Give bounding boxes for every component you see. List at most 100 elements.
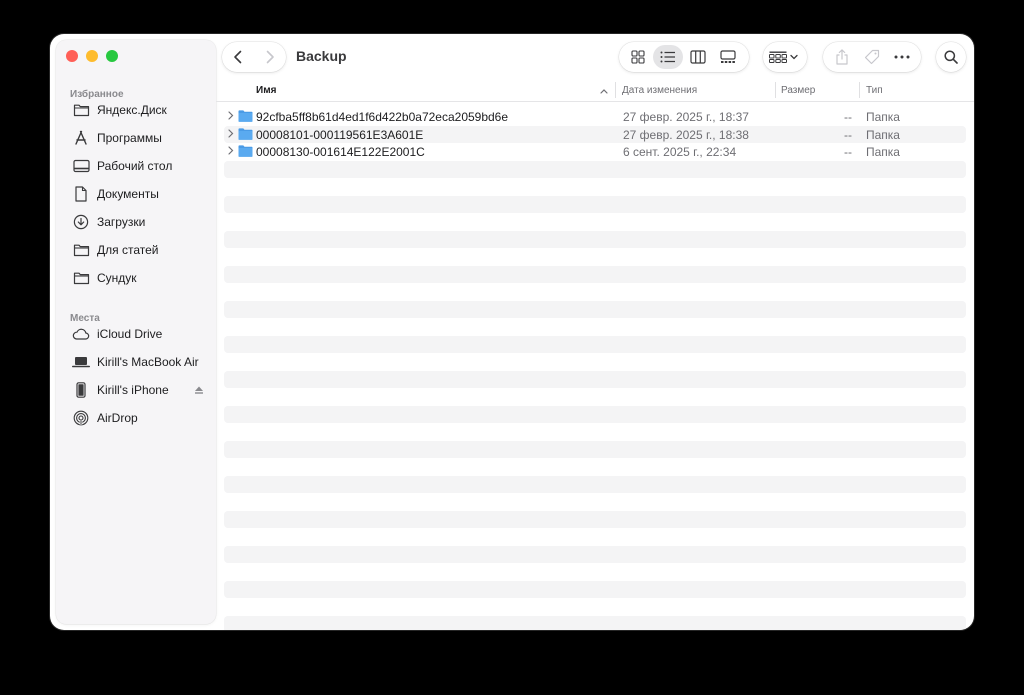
empty-row <box>224 353 966 371</box>
group-grid-icon <box>769 51 787 63</box>
empty-row <box>224 300 966 318</box>
zoom-button[interactable] <box>106 50 118 62</box>
file-size: -- <box>844 145 852 159</box>
table-row[interactable]: 92cfba5ff8b61d4ed1f6d422b0a72eca2059bd6e… <box>224 108 966 126</box>
sidebar-item-desktop[interactable]: Рабочий стол <box>64 152 212 180</box>
folder-icon <box>72 241 90 259</box>
tag-button[interactable] <box>857 45 887 69</box>
empty-row <box>224 615 966 630</box>
empty-row <box>224 195 966 213</box>
sidebar-item-documents[interactable]: Документы <box>64 180 212 208</box>
sidebar-item-label: Яндекс.Диск <box>97 103 167 117</box>
sidebar-item-icloud-drive[interactable]: iCloud Drive <box>64 320 212 348</box>
empty-row <box>224 440 966 458</box>
file-size: -- <box>844 127 852 142</box>
back-button[interactable] <box>222 42 254 72</box>
empty-row <box>224 335 966 353</box>
file-name: 92cfba5ff8b61d4ed1f6d422b0a72eca2059bd6e <box>256 110 509 124</box>
sidebar-item-label: iCloud Drive <box>97 327 163 341</box>
empty-row <box>224 283 966 301</box>
empty-row <box>224 265 966 283</box>
table-row[interactable]: 00008101-000119561E3A601E 27 февр. 2025 … <box>224 125 966 143</box>
favorites-list: Яндекс.Диск Программы Рабочий стол Докум… <box>64 96 212 292</box>
sidebar-item-applications[interactable]: Программы <box>64 124 212 152</box>
search-button[interactable] <box>936 42 966 72</box>
file-kind: Папка <box>866 145 900 159</box>
sidebar-item-yandex-disk[interactable]: Яндекс.Диск <box>64 96 212 124</box>
ellipsis-icon <box>894 55 910 59</box>
desktop-icon <box>72 157 90 175</box>
disclosure-chevron-icon <box>228 146 234 155</box>
chevron-down-icon <box>790 54 798 60</box>
sidebar-item-downloads[interactable]: Загрузки <box>64 208 212 236</box>
column-header-size[interactable]: Размер <box>781 85 815 96</box>
toolbar: Backup <box>216 34 974 80</box>
disclosure-chevron-icon <box>228 128 234 138</box>
sidebar-item-label: Рабочий стол <box>97 159 173 173</box>
window-title: Backup <box>296 48 347 64</box>
cloud-icon <box>72 325 90 343</box>
sort-chevron-icon <box>600 89 608 94</box>
chevron-left-icon <box>234 50 242 64</box>
file-kind: Папка <box>866 110 900 124</box>
sidebar-item-label: Программы <box>97 131 162 145</box>
share-button[interactable] <box>827 45 857 69</box>
locations-list: iCloud Drive Kirill's MacBook Air Kirill… <box>64 320 212 432</box>
sidebar-item-label: Документы <box>97 187 159 201</box>
group-by-button[interactable] <box>763 42 807 72</box>
sidebar-item-label: Kirill's iPhone <box>97 383 169 397</box>
minimize-button[interactable] <box>86 50 98 62</box>
empty-row <box>224 213 966 231</box>
file-size: -- <box>844 110 852 124</box>
forward-button[interactable] <box>254 42 286 72</box>
more-button[interactable] <box>887 45 917 69</box>
applications-icon <box>72 129 90 147</box>
column-header-name[interactable]: Имя <box>256 85 276 96</box>
gallery-view-button[interactable] <box>713 45 743 69</box>
folder-icon <box>238 127 253 140</box>
eject-icon[interactable] <box>194 384 204 398</box>
rows: 92cfba5ff8b61d4ed1f6d422b0a72eca2059bd6e… <box>224 108 966 630</box>
column-view-button[interactable] <box>683 45 713 69</box>
empty-row <box>224 423 966 441</box>
folder-icon <box>238 110 253 122</box>
window-controls <box>66 50 118 62</box>
empty-row <box>224 318 966 336</box>
downloads-icon <box>72 213 90 231</box>
close-button[interactable] <box>66 50 78 62</box>
folder-icon <box>238 145 253 157</box>
empty-row <box>224 563 966 581</box>
sidebar-item-for-articles[interactable]: Для статей <box>64 236 212 264</box>
empty-row <box>224 178 966 196</box>
empty-row <box>224 248 966 266</box>
empty-row <box>224 580 966 598</box>
column-separator <box>615 82 616 98</box>
sidebar-item-chest[interactable]: Сундук <box>64 264 212 292</box>
file-kind: Папка <box>866 127 900 142</box>
empty-row <box>224 160 966 178</box>
view-switcher <box>619 42 749 72</box>
navigation-buttons <box>222 42 286 72</box>
sidebar-item-label: Для статей <box>97 243 159 257</box>
grid-icon <box>631 50 645 64</box>
icon-view-button[interactable] <box>623 45 653 69</box>
document-icon <box>72 185 90 203</box>
file-date: 27 февр. 2025 г., 18:38 <box>623 127 749 142</box>
file-date: 27 февр. 2025 г., 18:37 <box>623 110 749 124</box>
table-row[interactable]: 00008130-001614E122E2001C 6 сент. 2025 г… <box>224 143 966 161</box>
sidebar-item-iphone[interactable]: Kirill's iPhone <box>64 376 212 404</box>
finder-window: Избранное Яндекс.Диск Программы Рабочий … <box>50 34 974 630</box>
column-header-kind[interactable]: Тип <box>866 85 883 96</box>
empty-row <box>224 388 966 406</box>
sidebar-item-macbook[interactable]: Kirill's MacBook Air <box>64 348 212 376</box>
sidebar-item-airdrop[interactable]: AirDrop <box>64 404 212 432</box>
chevron-right-icon <box>266 50 274 64</box>
list-view-button[interactable] <box>653 45 683 69</box>
list-icon <box>660 51 675 63</box>
disclosure-chevron-icon <box>228 111 234 120</box>
column-headers: Имя Дата изменения Размер Тип <box>216 80 974 102</box>
sidebar-item-label: Kirill's MacBook Air <box>97 355 199 369</box>
file-name: 00008130-001614E122E2001C <box>256 145 425 159</box>
column-header-date[interactable]: Дата изменения <box>622 85 697 96</box>
column-separator <box>859 82 860 98</box>
